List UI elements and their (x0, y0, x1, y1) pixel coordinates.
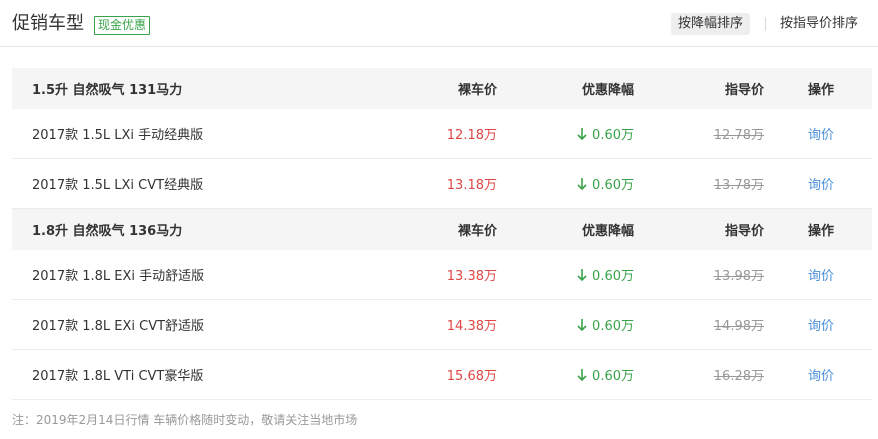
model-name: 2017款 1.8L EXi 手动舒适版 (32, 269, 205, 284)
group-engine-label: 1.8升 自然吸气 136马力 (32, 224, 183, 239)
guide-price: 13.78万 (713, 178, 764, 193)
sort-by-discount-button[interactable]: 按降幅排序 (671, 13, 751, 35)
table-row: 2017款 1.8L EXi 手动舒适版 13.38万 0.60万 13.98万… (12, 250, 872, 300)
inquire-price-link[interactable]: 询价 (808, 350, 834, 399)
column-header-discount: 优惠降幅 (581, 83, 634, 98)
model-name: 2017款 1.8L EXi CVT舒适版 (32, 319, 205, 334)
sort-divider (765, 17, 766, 31)
table-row: 2017款 1.8L VTi CVT豪华版 15.68万 0.60万 16.28… (12, 350, 872, 400)
arrow-down-icon (577, 177, 587, 190)
table-row: 2017款 1.5L LXi 手动经典版 12.18万 0.60万 12.78万… (12, 109, 872, 159)
column-header-operation: 操作 (807, 83, 834, 98)
inquire-price-link[interactable]: 询价 (808, 300, 834, 349)
group-header-row: 1.5升 自然吸气 131马力 裸车价 优惠降幅 指导价 操作 (12, 68, 872, 109)
table-row: 2017款 1.5L LXi CVT经典版 13.18万 0.60万 13.78… (12, 159, 872, 209)
arrow-down-icon (577, 318, 587, 331)
discount-cell: 0.60万 (576, 250, 634, 299)
bare-price: 12.18万 (446, 128, 497, 143)
promo-table: 1.5升 自然吸气 131马力 裸车价 优惠降幅 指导价 操作 2017款 1.… (12, 68, 872, 400)
discount-amount: 0.60万 (592, 269, 634, 284)
arrow-down-icon (577, 368, 587, 381)
table-row: 2017款 1.8L EXi CVT舒适版 14.38万 0.60万 14.98… (12, 300, 872, 350)
model-name: 2017款 1.5L LXi 手动经典版 (32, 128, 204, 143)
guide-price: 12.78万 (713, 128, 764, 143)
page-title: 促销车型 (12, 13, 84, 34)
model-name: 2017款 1.5L LXi CVT经典版 (32, 178, 204, 193)
column-header-guide-price: 指导价 (724, 224, 764, 239)
bare-price: 13.38万 (446, 269, 497, 284)
promo-page: 促销车型 现金优惠 按降幅排序 按指导价排序 1.5升 自然吸气 131马力 裸… (0, 0, 878, 439)
discount-amount: 0.60万 (592, 178, 634, 193)
group-engine-label: 1.5升 自然吸气 131马力 (32, 83, 183, 98)
column-header-operation: 操作 (807, 224, 834, 239)
discount-cell: 0.60万 (576, 109, 634, 158)
column-header-discount: 优惠降幅 (581, 224, 634, 239)
column-header-price: 裸车价 (457, 83, 497, 98)
cash-discount-badge: 现金优惠 (94, 16, 151, 35)
bare-price: 13.18万 (446, 178, 497, 193)
discount-amount: 0.60万 (592, 128, 634, 143)
guide-price: 14.98万 (713, 319, 764, 334)
bare-price: 14.38万 (446, 319, 497, 334)
discount-amount: 0.60万 (592, 319, 634, 334)
discount-amount: 0.60万 (592, 369, 634, 384)
guide-price: 13.98万 (713, 269, 764, 284)
group-header-row: 1.8升 自然吸气 136马力 裸车价 优惠降幅 指导价 操作 (12, 209, 872, 250)
discount-cell: 0.60万 (576, 350, 634, 399)
arrow-down-icon (577, 127, 587, 140)
model-name: 2017款 1.8L VTi CVT豪华版 (32, 369, 204, 384)
guide-price: 16.28万 (713, 369, 764, 384)
inquire-price-link[interactable]: 询价 (808, 250, 834, 299)
bare-price: 15.68万 (446, 369, 497, 384)
arrow-down-icon (577, 268, 587, 281)
inquire-price-link[interactable]: 询价 (808, 159, 834, 208)
discount-cell: 0.60万 (576, 300, 634, 349)
inquire-price-link[interactable]: 询价 (808, 109, 834, 158)
column-header-price: 裸车价 (457, 224, 497, 239)
header: 促销车型 现金优惠 按降幅排序 按指导价排序 (0, 0, 878, 47)
discount-cell: 0.60万 (576, 159, 634, 208)
column-header-guide-price: 指导价 (724, 83, 764, 98)
footnote: 注：2019年2月14日行情 车辆价格随时变动，敬请关注当地市场 (12, 413, 358, 427)
sort-by-guide-price-button[interactable]: 按指导价排序 (780, 13, 858, 35)
